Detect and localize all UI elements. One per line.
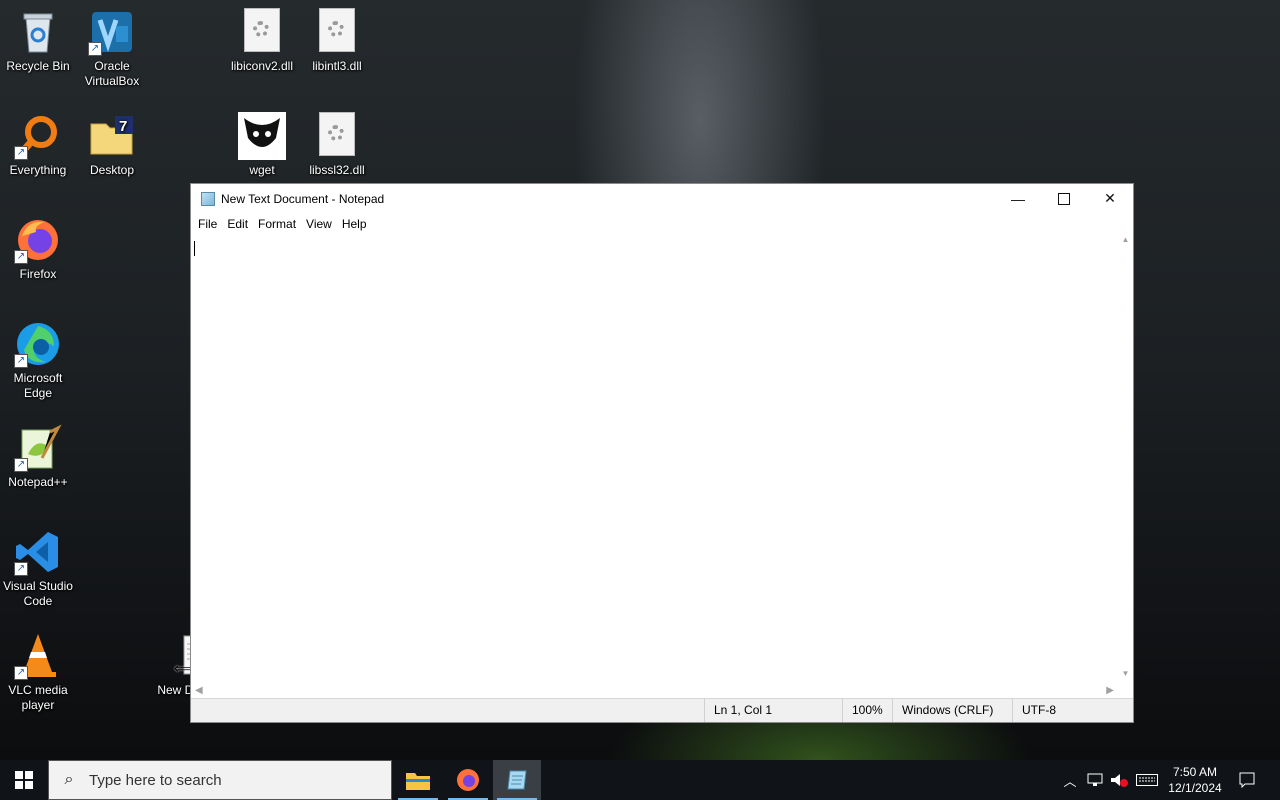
desktop-icon-desktop-folder[interactable]: 7 Desktop	[74, 112, 150, 178]
desktop-icon-everything[interactable]: ↗ Everything	[0, 112, 76, 178]
taskbar-file-explorer[interactable]	[394, 760, 442, 800]
window-title: New Text Document - Notepad	[221, 191, 385, 206]
desktop-icon-label: libiconv2.dll	[230, 59, 294, 73]
dll-file-icon	[313, 112, 361, 160]
shortcut-arrow-icon: ↗	[14, 354, 28, 368]
desktop-icon-libintl3[interactable]: libintl3.dll	[299, 8, 375, 74]
network-icon[interactable]	[1084, 760, 1106, 800]
shortcut-arrow-icon: ↗	[14, 666, 28, 680]
status-line-ending: Windows (CRLF)	[892, 699, 1012, 722]
everything-search-icon: ↗	[14, 112, 62, 160]
notepad-app-icon	[201, 191, 215, 206]
text-caret	[194, 241, 195, 256]
notification-icon	[1239, 772, 1255, 788]
taskbar: ⌕ Type here to search ︿ 7:50 AM 12/1/202…	[0, 760, 1280, 800]
menu-edit[interactable]: Edit	[222, 217, 253, 231]
desktop-icon-wget[interactable]: wget	[224, 112, 300, 178]
vscode-icon: ↗	[14, 528, 62, 576]
firefox-icon	[457, 769, 479, 791]
vertical-scrollbar[interactable]: ▲ ▼	[1118, 235, 1133, 684]
text-editor-area[interactable]	[191, 235, 1118, 684]
desktop-icon-vlc[interactable]: ↗ VLC media player	[0, 632, 76, 713]
title-bar[interactable]: New Text Document - Notepad — ✕	[191, 184, 1133, 213]
desktop-icon-label: libssl32.dll	[309, 163, 365, 177]
windows-logo-icon	[15, 771, 33, 789]
notepad-window[interactable]: New Text Document - Notepad — ✕ File Edi…	[190, 183, 1134, 723]
recycle-bin-icon	[14, 8, 62, 56]
desktop-icon-libssl32[interactable]: libssl32.dll	[299, 112, 375, 178]
search-icon: ⌕	[64, 771, 74, 788]
status-encoding: UTF-8	[1012, 699, 1112, 722]
svg-text:7: 7	[119, 118, 127, 135]
desktop-icon-microsoft-edge[interactable]: ↗ Microsoft Edge	[0, 320, 76, 401]
minimize-button[interactable]: —	[995, 184, 1041, 213]
start-button[interactable]	[0, 760, 48, 800]
status-zoom: 100%	[842, 699, 894, 722]
horizontal-scrollbar[interactable]: ◀ ▶	[191, 684, 1118, 699]
desktop-icon-label: wget	[249, 163, 275, 177]
notepad-plus-plus-icon: ↗	[14, 424, 62, 472]
shortcut-arrow-icon: ↗	[88, 42, 102, 56]
desktop-icon-label: Firefox	[19, 267, 57, 281]
scroll-up-arrow-icon[interactable]: ▲	[1118, 235, 1133, 250]
status-cursor-position: Ln 1, Col 1	[704, 699, 844, 722]
menu-bar: File Edit Format View Help	[191, 213, 1133, 235]
shortcut-arrow-icon: ↗	[14, 146, 28, 160]
notepad-icon	[507, 770, 527, 790]
desktop-icon-label: Oracle VirtualBox	[84, 59, 140, 88]
desktop-icon-label: libintl3.dll	[312, 59, 362, 73]
clock-time: 7:50 AM	[1172, 765, 1218, 779]
firefox-icon: ↗	[14, 216, 62, 264]
search-placeholder: Type here to search	[89, 771, 222, 789]
dll-file-icon	[238, 8, 286, 56]
shortcut-arrow-icon: ↗	[14, 458, 28, 472]
edge-icon: ↗	[14, 320, 62, 368]
status-bar: Ln 1, Col 1 100% Windows (CRLF) UTF-8	[191, 698, 1133, 722]
taskbar-notepad[interactable]	[493, 760, 541, 800]
virtualbox-icon: ↗	[88, 8, 136, 56]
folder-7zip-icon: 7	[88, 112, 136, 160]
desktop-icon-label: VLC media player	[8, 683, 68, 712]
volume-muted-icon[interactable]	[1108, 760, 1130, 800]
show-hidden-icons-button[interactable]: ︿	[1060, 760, 1080, 800]
desktop-icon-libiconv2[interactable]: libiconv2.dll	[224, 8, 300, 74]
scroll-right-arrow-icon[interactable]: ▶	[1106, 685, 1114, 696]
chevron-up-icon: ︿	[1063, 773, 1077, 789]
close-icon: ✕	[1104, 190, 1116, 206]
dll-file-icon	[313, 8, 361, 56]
clock-date: 12/1/2024	[1168, 781, 1222, 795]
menu-view[interactable]: View	[301, 217, 337, 231]
maximize-button[interactable]	[1041, 184, 1087, 213]
desktop-icon-vscode[interactable]: ↗ Visual Studio Code	[0, 528, 76, 609]
taskbar-firefox[interactable]	[444, 760, 492, 800]
notification-center-button[interactable]	[1234, 760, 1260, 800]
scroll-left-arrow-icon[interactable]: ◀	[195, 685, 203, 696]
shortcut-arrow-icon: ↗	[14, 250, 28, 264]
desktop-icon-firefox[interactable]: ↗ Firefox	[0, 216, 76, 282]
desktop-icon-label: Everything	[9, 163, 67, 177]
desktop-icon-notepad-plus-plus[interactable]: ↗ Notepad++	[0, 424, 76, 490]
keyboard-icon[interactable]	[1134, 760, 1160, 800]
file-explorer-icon	[406, 773, 430, 790]
minimize-icon: —	[1011, 190, 1025, 207]
desktop-icon-oracle-virtualbox[interactable]: ↗ Oracle VirtualBox	[74, 8, 150, 89]
desktop-icon-label: Visual Studio Code	[3, 579, 73, 608]
desktop-icon-label: Microsoft Edge	[13, 371, 63, 400]
desktop-icon-recycle-bin[interactable]: Recycle Bin	[0, 8, 76, 74]
wget-icon	[238, 112, 286, 160]
desktop-icon-label: Desktop	[89, 163, 135, 177]
scroll-down-arrow-icon[interactable]: ▼	[1118, 669, 1133, 684]
desktop-icon-label: Notepad++	[8, 475, 68, 489]
shortcut-arrow-icon: ↗	[14, 562, 28, 576]
vlc-cone-icon: ↗	[14, 632, 62, 680]
taskbar-search-box[interactable]: ⌕ Type here to search	[48, 760, 392, 800]
menu-file[interactable]: File	[193, 217, 222, 231]
desktop-icon-label: Recycle Bin	[6, 59, 70, 73]
menu-help[interactable]: Help	[337, 217, 372, 231]
maximize-icon	[1058, 192, 1070, 205]
close-button[interactable]: ✕	[1087, 184, 1133, 213]
menu-format[interactable]: Format	[253, 217, 301, 231]
system-clock[interactable]: 7:50 AM 12/1/2024	[1160, 760, 1230, 800]
